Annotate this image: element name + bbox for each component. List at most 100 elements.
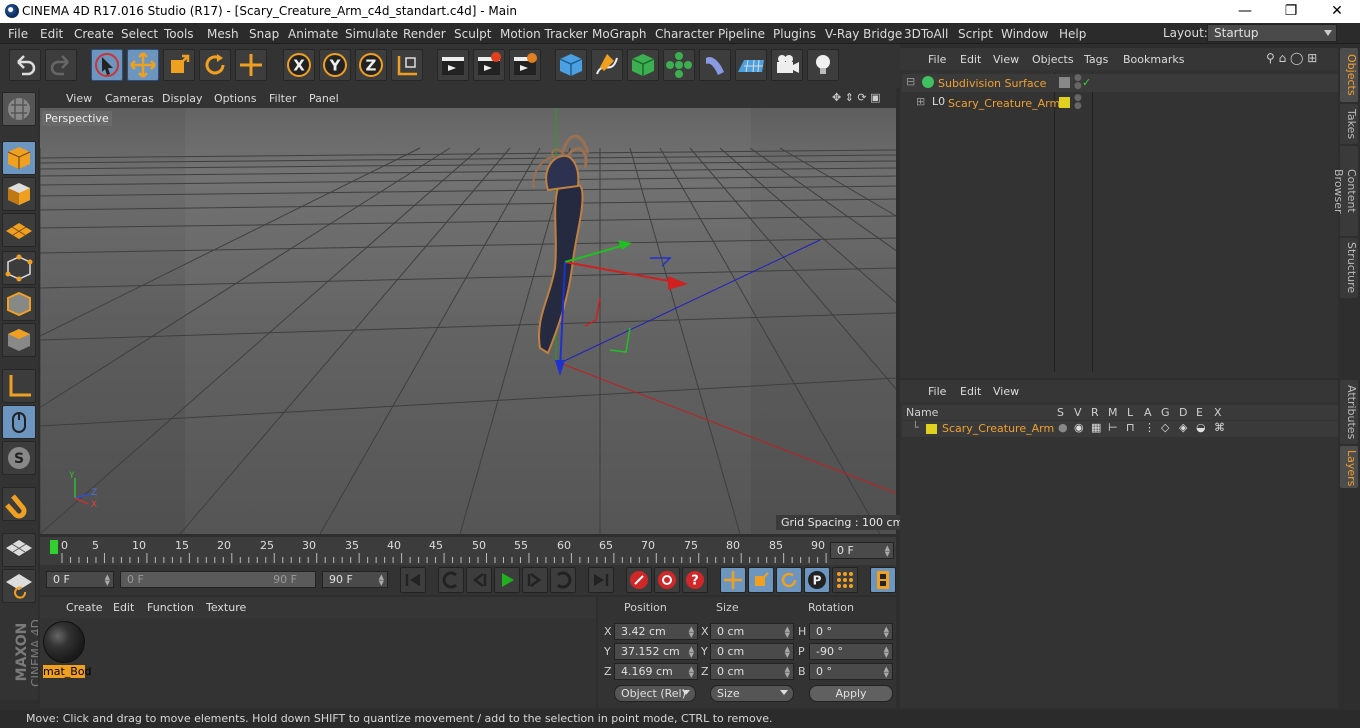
expand-icon[interactable]: ⊞ — [916, 95, 925, 108]
rot-b-field[interactable]: 0 ° ▲ ▼ — [809, 663, 893, 680]
col-name[interactable]: Name — [906, 406, 938, 419]
play-button[interactable] — [494, 567, 520, 593]
timeline-ruler[interactable]: 0 5 10 15 20 25 30 35 40 45 50 55 60 65 … — [40, 537, 896, 565]
layout-dropdown[interactable]: Startup — [1207, 24, 1337, 42]
tab-takes[interactable]: Takes — [1340, 104, 1358, 144]
record-keys-button[interactable] — [626, 567, 652, 593]
render-picture-viewer-button[interactable] — [473, 49, 505, 81]
menu-3dtoall[interactable]: 3DToAll — [904, 27, 948, 41]
tab-content-browser[interactable]: Content Browser — [1332, 146, 1358, 236]
apply-button[interactable]: Apply — [809, 685, 893, 702]
coordinate-mode-dropdown[interactable]: Object (Rel) — [614, 685, 696, 702]
key-parameter-button[interactable]: P — [804, 567, 830, 593]
layer-menu-edit[interactable]: Edit — [960, 385, 981, 398]
menu-window[interactable]: Window — [1001, 27, 1048, 41]
move-tool-button[interactable] — [127, 49, 159, 81]
enabled-check-icon[interactable]: ✓ — [1082, 76, 1091, 89]
col-animation[interactable]: A — [1144, 406, 1152, 419]
vp-menu-display[interactable]: Display — [162, 92, 203, 105]
menu-vray-bridge[interactable]: V-Ray Bridge — [825, 27, 902, 41]
menu-mograph[interactable]: MoGraph — [592, 27, 647, 41]
col-expressions[interactable]: E — [1196, 406, 1203, 419]
key-scale-button[interactable] — [748, 567, 774, 593]
obj-search-icon[interactable]: ⚲ ⌂ ◯ ⊞ — [1266, 51, 1317, 65]
obj-menu-view[interactable]: View — [993, 53, 1019, 66]
current-frame-field[interactable]: 0 F ▲ ▼ — [830, 542, 894, 559]
y-axis-lock-button[interactable]: Y — [319, 49, 351, 81]
tab-objects[interactable]: Objects — [1340, 48, 1358, 102]
menu-edit[interactable]: Edit — [40, 27, 63, 41]
col-xref[interactable]: X — [1214, 406, 1222, 419]
add-camera-button[interactable] — [771, 49, 803, 81]
size-y-field[interactable]: 0 cm ▲ ▼ — [710, 643, 794, 660]
tweak-mode-button[interactable] — [2, 405, 36, 439]
material-swatch[interactable]: mat_Bod — [43, 621, 92, 678]
mat-menu-edit[interactable]: Edit — [113, 601, 134, 614]
col-view[interactable]: V — [1074, 406, 1082, 419]
menu-select[interactable]: Select — [121, 27, 158, 41]
xref-icon[interactable]: ⌘ — [1214, 421, 1225, 434]
col-locked[interactable]: L — [1127, 406, 1133, 419]
x-axis-lock-button[interactable]: X — [283, 49, 315, 81]
size-mode-dropdown[interactable]: Size — [710, 685, 794, 702]
size-z-field[interactable]: 0 cm ▲ ▼ — [710, 663, 794, 680]
render-settings-button[interactable] — [509, 49, 541, 81]
solo-icon[interactable]: ● — [1058, 421, 1068, 434]
pos-z-field[interactable]: 4.169 cm ▲ ▼ — [614, 663, 698, 680]
obj-menu-objects[interactable]: Objects — [1032, 53, 1074, 66]
size-x-field[interactable]: 0 cm ▲ ▼ — [710, 623, 794, 640]
menu-simulate[interactable]: Simulate — [345, 27, 398, 41]
keyframe-selection-button[interactable]: ? — [682, 567, 708, 593]
vp-menu-view[interactable]: View — [66, 92, 92, 105]
mat-menu-texture[interactable]: Texture — [206, 601, 246, 614]
scale-tool-button[interactable] — [163, 49, 195, 81]
expression-icon[interactable]: ◒ — [1196, 421, 1206, 434]
transform-tool-button[interactable] — [235, 49, 267, 81]
menu-mesh[interactable]: Mesh — [207, 27, 239, 41]
add-spline-pen-button[interactable] — [591, 49, 623, 81]
obj-menu-tags[interactable]: Tags — [1084, 53, 1108, 66]
tab-attributes[interactable]: Attributes — [1340, 380, 1358, 444]
object-row-arm[interactable]: ⊞ L0 Scary_Creature_Arm ● ● — [902, 94, 1338, 112]
render-view-button[interactable] — [437, 49, 469, 81]
timeline-window-button[interactable] — [870, 567, 896, 593]
manager-icon[interactable]: ⊢ — [1108, 421, 1118, 434]
mat-menu-create[interactable]: Create — [66, 601, 103, 614]
vp-menu-cameras[interactable]: Cameras — [105, 92, 154, 105]
viewport-nav-icons[interactable]: ✥ ⇕ ⟳ ▣ — [832, 91, 881, 104]
menu-snap[interactable]: Snap — [249, 27, 279, 41]
lock-icon[interactable]: ⊓ — [1126, 421, 1135, 434]
obj-menu-bookmarks[interactable]: Bookmarks — [1123, 53, 1184, 66]
add-mograph-button[interactable] — [663, 49, 695, 81]
polygons-mode-button[interactable] — [2, 323, 36, 357]
add-floor-button[interactable] — [735, 49, 767, 81]
next-frame-button[interactable] — [522, 567, 548, 593]
edges-mode-button[interactable] — [2, 287, 36, 321]
redo-button[interactable] — [45, 49, 77, 81]
col-solo[interactable]: S — [1057, 406, 1064, 419]
tab-structure[interactable]: Structure — [1340, 238, 1358, 298]
minimize-button[interactable]: — — [1222, 0, 1268, 23]
col-render[interactable]: R — [1091, 406, 1099, 419]
menu-sculpt[interactable]: Sculpt — [454, 27, 491, 41]
texture-mode-button[interactable] — [2, 177, 36, 211]
make-editable-button[interactable] — [2, 92, 36, 126]
workplane-mode-button[interactable] — [2, 213, 36, 247]
tab-layers[interactable]: Layers — [1340, 446, 1358, 488]
deformer-icon[interactable]: ◈ — [1179, 421, 1187, 434]
object-row-subdivision[interactable]: ⊟ Subdivision Surface ● ● ✓ — [902, 74, 1338, 92]
rot-h-field[interactable]: 0 ° ▲ ▼ — [809, 623, 893, 640]
menu-animate[interactable]: Animate — [288, 27, 338, 41]
start-frame-field[interactable]: 0 F ▲ ▼ — [46, 571, 114, 588]
vp-menu-filter[interactable]: Filter — [269, 92, 296, 105]
menu-help[interactable]: Help — [1059, 27, 1086, 41]
3d-viewport[interactable]: Y Z X — [40, 108, 896, 534]
menu-script[interactable]: Script — [958, 27, 993, 41]
layer-menu-file[interactable]: File — [928, 385, 946, 398]
coordinate-system-button[interactable] — [391, 49, 423, 81]
render-clapper-icon[interactable]: ▦ — [1091, 421, 1101, 434]
previous-frame-button[interactable] — [466, 567, 492, 593]
undo-button[interactable] — [9, 49, 41, 81]
z-axis-lock-button[interactable]: Z — [355, 49, 387, 81]
add-cube-button[interactable] — [555, 49, 587, 81]
